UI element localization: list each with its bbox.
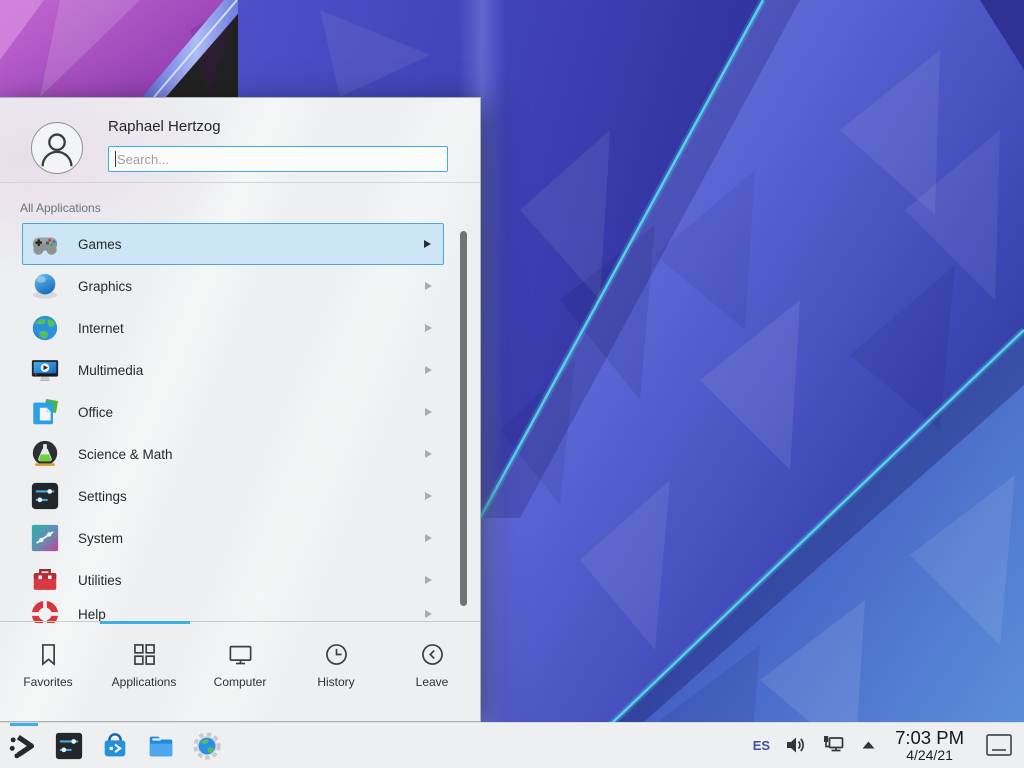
launcher-header: Raphael Hertzog: [0, 98, 480, 183]
tab-label: Applications: [112, 675, 177, 689]
submenu-arrow-icon: [425, 534, 432, 542]
category-label: Help: [78, 607, 106, 622]
system-sliders-icon: [30, 523, 60, 553]
computer-icon: [227, 641, 254, 668]
submenu-arrow-icon: [425, 408, 432, 416]
category-help[interactable]: Help: [22, 593, 444, 623]
desktop: Raphael Hertzog All Applications Games: [0, 0, 1024, 768]
active-tab-indicator: [100, 621, 190, 624]
clock-icon: [323, 641, 350, 668]
lifebuoy-icon: [30, 599, 60, 623]
application-launcher-popup: Raphael Hertzog All Applications Games: [0, 97, 481, 722]
tab-applications[interactable]: Applications: [96, 622, 192, 721]
category-label: Science & Math: [78, 447, 173, 462]
tab-label: Computer: [214, 675, 267, 689]
submenu-arrow-icon: [425, 610, 432, 618]
tab-label: Favorites: [23, 675, 72, 689]
globe-icon: [30, 313, 60, 343]
category-label: Utilities: [78, 573, 122, 588]
submenu-arrow-icon: [425, 366, 432, 374]
network-icon[interactable]: [822, 734, 846, 756]
category-office[interactable]: Office: [22, 391, 444, 433]
category-list: Games Graphics: [0, 223, 480, 623]
bookmark-icon: [35, 641, 62, 668]
text-caret: [115, 151, 116, 167]
leave-icon: [419, 641, 446, 668]
category-label: System: [78, 531, 123, 546]
application-launcher-button[interactable]: [8, 723, 38, 768]
submenu-arrow-icon: [425, 324, 432, 332]
globe-gear-icon: [192, 731, 222, 761]
category-label: Games: [78, 237, 122, 252]
submenu-arrow-icon: [425, 282, 432, 290]
sphere-icon: [30, 271, 60, 301]
category-system[interactable]: System: [22, 517, 444, 559]
sliders-icon: [30, 481, 60, 511]
flask-icon: [30, 439, 60, 469]
search-input[interactable]: [108, 146, 448, 172]
show-desktop-button[interactable]: [985, 733, 1014, 757]
volume-icon[interactable]: [785, 734, 807, 756]
category-label: Office: [78, 405, 113, 420]
grid-icon: [131, 641, 158, 668]
category-label: Graphics: [78, 279, 132, 294]
tab-label: Leave: [416, 675, 449, 689]
category-label: Internet: [78, 321, 124, 336]
submenu-arrow-icon: [425, 450, 432, 458]
category-multimedia[interactable]: Multimedia: [22, 349, 444, 391]
digital-clock[interactable]: 7:03 PM 4/24/21: [895, 728, 964, 762]
category-graphics[interactable]: Graphics: [22, 265, 444, 307]
system-tray: ES 7: [753, 728, 1024, 762]
scrollbar-thumb[interactable]: [460, 231, 467, 606]
search-field-wrap: [108, 146, 448, 172]
tab-label: History: [317, 675, 354, 689]
section-label: All Applications: [20, 201, 101, 215]
clock-time: 7:03 PM: [895, 728, 964, 747]
category-settings[interactable]: Settings: [22, 475, 444, 517]
category-internet[interactable]: Internet: [22, 307, 444, 349]
expand-tray-icon[interactable]: [861, 740, 876, 750]
active-app-indicator: [10, 723, 38, 726]
user-name: Raphael Hertzog: [108, 118, 221, 135]
toolbox-icon: [30, 565, 60, 595]
tab-favorites[interactable]: Favorites: [0, 622, 96, 721]
web-browser-button[interactable]: [192, 723, 222, 768]
tab-computer[interactable]: Computer: [192, 622, 288, 721]
gamepad-icon: [30, 229, 60, 259]
system-settings-button[interactable]: [54, 723, 84, 768]
tab-leave[interactable]: Leave: [384, 622, 480, 721]
category-science-math[interactable]: Science & Math: [22, 433, 444, 475]
submenu-arrow-icon: [425, 576, 432, 584]
submenu-arrow-icon: [424, 240, 431, 248]
tab-history[interactable]: History: [288, 622, 384, 721]
monitor-play-icon: [30, 355, 60, 385]
discover-button[interactable]: [100, 723, 130, 768]
documents-icon: [30, 397, 60, 427]
category-games[interactable]: Games: [22, 223, 444, 265]
launcher-tab-bar: Favorites Applications C: [0, 621, 480, 721]
kickoff-icon: [8, 731, 38, 761]
submenu-arrow-icon: [425, 492, 432, 500]
folder-icon: [146, 731, 176, 761]
user-avatar[interactable]: [31, 122, 83, 174]
taskbar-panel: ES 7: [0, 722, 1024, 768]
settings-sliders-icon: [54, 731, 84, 761]
category-label: Multimedia: [78, 363, 143, 378]
file-manager-button[interactable]: [146, 723, 176, 768]
keyboard-layout-indicator[interactable]: ES: [753, 738, 770, 753]
category-label: Settings: [78, 489, 127, 504]
clock-date: 4/24/21: [895, 748, 964, 763]
shopping-bag-icon: [100, 731, 130, 761]
